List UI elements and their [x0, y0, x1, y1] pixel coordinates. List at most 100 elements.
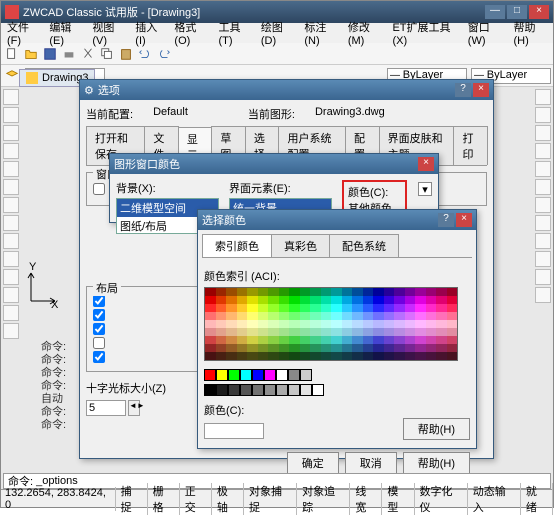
palette-swatch[interactable]: [331, 320, 342, 328]
palette-swatch[interactable]: [373, 352, 384, 360]
palette-swatch[interactable]: [289, 304, 300, 312]
palette-swatch[interactable]: [300, 328, 311, 336]
palette-swatch[interactable]: [310, 328, 321, 336]
palette-swatch[interactable]: [216, 352, 227, 360]
palette-swatch[interactable]: [405, 352, 416, 360]
swatch-yellow[interactable]: [216, 369, 228, 381]
palette-swatch[interactable]: [363, 344, 374, 352]
palette-swatch[interactable]: [384, 336, 395, 344]
rotate-tool[interactable]: [535, 125, 551, 141]
palette-swatch[interactable]: [226, 320, 237, 328]
pline-tool[interactable]: [3, 107, 19, 123]
palette-swatch[interactable]: [394, 336, 405, 344]
palette-swatch[interactable]: [436, 336, 447, 344]
palette-swatch[interactable]: [363, 328, 374, 336]
palette-swatch[interactable]: [237, 296, 248, 304]
palette-swatch[interactable]: [310, 312, 321, 320]
select-color-help[interactable]: ?: [438, 213, 454, 227]
palette-swatch[interactable]: [426, 344, 437, 352]
palette-swatch[interactable]: [310, 344, 321, 352]
save-icon[interactable]: [41, 45, 59, 63]
palette-swatch[interactable]: [373, 296, 384, 304]
menu-dim[interactable]: 标注(N): [300, 17, 342, 49]
palette-swatch[interactable]: [247, 336, 258, 344]
palette-swatch[interactable]: [258, 288, 269, 296]
palette-swatch[interactable]: [394, 312, 405, 320]
palette-swatch[interactable]: [447, 352, 458, 360]
palette-swatch[interactable]: [279, 344, 290, 352]
palette-swatch[interactable]: [415, 328, 426, 336]
tab-print[interactable]: 打印: [453, 126, 488, 165]
palette-swatch[interactable]: [279, 288, 290, 296]
palette-swatch[interactable]: [342, 352, 353, 360]
print-icon[interactable]: [60, 45, 78, 63]
palette-swatch[interactable]: [384, 328, 395, 336]
gray-swatch[interactable]: [252, 384, 264, 396]
palette-swatch[interactable]: [447, 320, 458, 328]
palette-swatch[interactable]: [447, 344, 458, 352]
palette-swatch[interactable]: [268, 312, 279, 320]
palette-swatch[interactable]: [258, 344, 269, 352]
palette-swatch[interactable]: [384, 352, 395, 360]
offset-tool[interactable]: [535, 251, 551, 267]
gray-swatch[interactable]: [204, 384, 216, 396]
fillet-tool[interactable]: [535, 215, 551, 231]
palette-swatch[interactable]: [363, 336, 374, 344]
select-color-titlebar[interactable]: 选择颜色 ? ×: [198, 210, 476, 230]
palette-swatch[interactable]: [342, 296, 353, 304]
palette-swatch[interactable]: [331, 328, 342, 336]
palette-swatch[interactable]: [279, 304, 290, 312]
palette-swatch[interactable]: [342, 288, 353, 296]
palette-swatch[interactable]: [373, 304, 384, 312]
palette-swatch[interactable]: [268, 288, 279, 296]
palette-swatch[interactable]: [226, 296, 237, 304]
palette-swatch[interactable]: [237, 288, 248, 296]
palette-swatch[interactable]: [237, 320, 248, 328]
move-tool[interactable]: [535, 89, 551, 105]
palette-swatch[interactable]: [415, 352, 426, 360]
palette-swatch[interactable]: [331, 352, 342, 360]
tab-true-color[interactable]: 真彩色: [271, 234, 330, 257]
explode-tool[interactable]: [535, 287, 551, 303]
palette-swatch[interactable]: [436, 288, 447, 296]
palette-swatch[interactable]: [384, 312, 395, 320]
palette-swatch[interactable]: [226, 312, 237, 320]
palette-swatch[interactable]: [205, 312, 216, 320]
palette-swatch[interactable]: [216, 336, 227, 344]
sb-dyn[interactable]: 动态输入: [468, 483, 521, 515]
palette-swatch[interactable]: [258, 352, 269, 360]
palette-swatch[interactable]: [216, 320, 227, 328]
region-tool[interactable]: [3, 287, 19, 303]
palette-swatch[interactable]: [289, 320, 300, 328]
palette-swatch[interactable]: [352, 352, 363, 360]
palette-swatch[interactable]: [268, 352, 279, 360]
palette-swatch[interactable]: [426, 320, 437, 328]
slider-handle[interactable]: ◄►: [128, 400, 140, 416]
palette-swatch[interactable]: [426, 352, 437, 360]
sb-polar[interactable]: 极轴: [212, 483, 244, 515]
palette-swatch[interactable]: [205, 296, 216, 304]
palette-swatch[interactable]: [342, 320, 353, 328]
palette-swatch[interactable]: [226, 288, 237, 296]
palette-swatch[interactable]: [258, 320, 269, 328]
palette-swatch[interactable]: [394, 296, 405, 304]
copy-icon[interactable]: [98, 45, 116, 63]
paste-icon[interactable]: [117, 45, 135, 63]
palette-swatch[interactable]: [226, 328, 237, 336]
palette-swatch[interactable]: [384, 344, 395, 352]
palette-swatch[interactable]: [436, 352, 447, 360]
sb-grid[interactable]: 栅格: [148, 483, 180, 515]
palette-swatch[interactable]: [331, 336, 342, 344]
palette-swatch[interactable]: [363, 304, 374, 312]
palette-swatch[interactable]: [342, 328, 353, 336]
palette-swatch[interactable]: [352, 336, 363, 344]
rect-tool[interactable]: [3, 161, 19, 177]
sb-ortho[interactable]: 正交: [180, 483, 212, 515]
gray-swatch[interactable]: [300, 384, 312, 396]
palette-swatch[interactable]: [321, 288, 332, 296]
palette-swatch[interactable]: [394, 320, 405, 328]
palette-swatch[interactable]: [363, 288, 374, 296]
palette-swatch[interactable]: [205, 328, 216, 336]
text-tool[interactable]: [3, 251, 19, 267]
palette-swatch[interactable]: [394, 288, 405, 296]
